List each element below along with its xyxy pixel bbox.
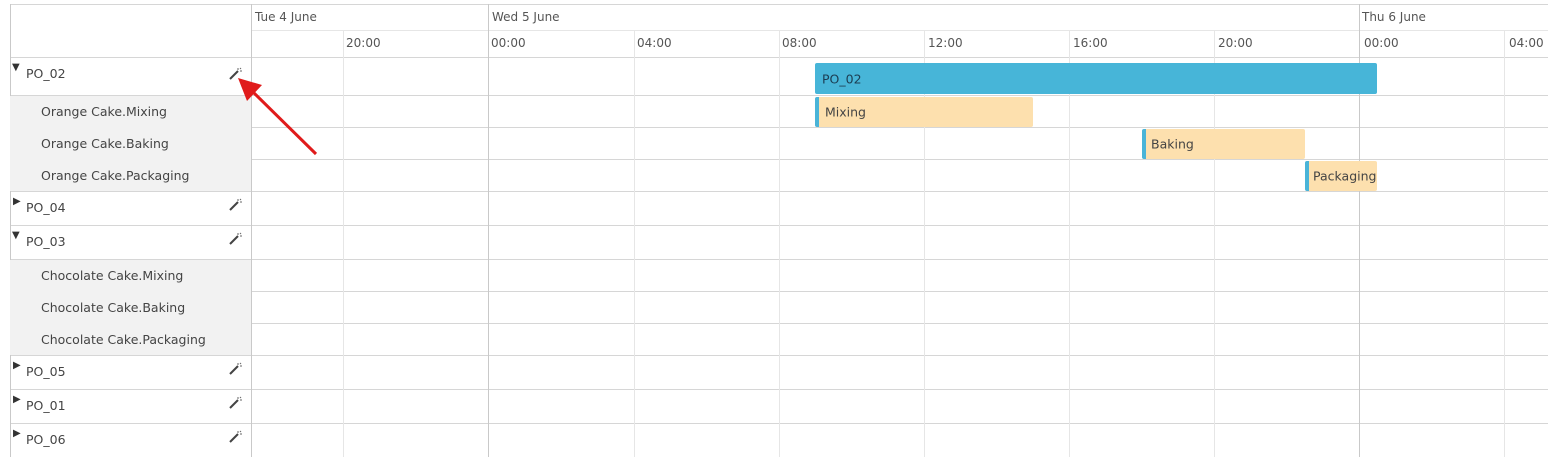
day-label-thu: Thu 6 June: [1362, 10, 1426, 24]
bar-label: Baking: [1151, 136, 1194, 152]
time-tick: 20:00: [346, 36, 381, 50]
order-label-po06[interactable]: PO_06: [26, 432, 66, 447]
operation-label[interactable]: Chocolate Cake.Baking: [41, 300, 185, 315]
gantt-chart: Tue 4 June Wed 5 June Thu 6 June 20:00 0…: [10, 0, 1548, 457]
bar-label: Mixing: [825, 104, 866, 120]
operation-label[interactable]: Orange Cake.Mixing: [41, 104, 167, 119]
operation-label[interactable]: Chocolate Cake.Mixing: [41, 268, 183, 283]
time-divider: [634, 30, 635, 457]
expand-triangle-icon[interactable]: ▶: [13, 361, 21, 371]
operation-label[interactable]: Chocolate Cake.Packaging: [41, 332, 206, 347]
expand-triangle-icon[interactable]: ▶: [13, 197, 21, 207]
collapse-triangle-icon[interactable]: ▼: [12, 63, 20, 73]
day-label-wed: Wed 5 June: [492, 10, 560, 24]
operation-label[interactable]: Orange Cake.Baking: [41, 136, 169, 151]
order-label-po05[interactable]: PO_05: [26, 364, 66, 379]
gantt-bar-po02[interactable]: PO_02: [815, 63, 1377, 94]
order-label-po04[interactable]: PO_04: [26, 200, 66, 215]
bar-label: Packaging: [1313, 168, 1377, 184]
time-divider: [1069, 30, 1070, 457]
time-tick: 00:00: [491, 36, 526, 50]
gantt-bar-baking[interactable]: Baking: [1142, 129, 1305, 159]
time-divider: [343, 30, 344, 457]
time-divider: [1504, 30, 1505, 457]
day-divider: [488, 4, 489, 457]
time-tick: 12:00: [928, 36, 963, 50]
time-divider: [779, 30, 780, 457]
expand-triangle-icon[interactable]: ▶: [13, 395, 21, 405]
magic-wand-icon[interactable]: [228, 67, 242, 81]
time-tick: 08:00: [782, 36, 817, 50]
header-separator: [251, 30, 1548, 31]
time-divider: [1214, 30, 1215, 457]
order-label-po02[interactable]: PO_02: [26, 66, 66, 81]
magic-wand-icon[interactable]: [228, 232, 242, 246]
magic-wand-icon[interactable]: [228, 198, 242, 212]
magic-wand-icon[interactable]: [228, 430, 242, 444]
row-separator: [10, 4, 1548, 5]
order-label-po01[interactable]: PO_01: [26, 398, 66, 413]
time-tick: 16:00: [1073, 36, 1108, 50]
label-column-divider: [251, 4, 252, 457]
time-tick: 04:00: [1509, 36, 1544, 50]
time-tick: 04:00: [637, 36, 672, 50]
magic-wand-icon[interactable]: [228, 396, 242, 410]
day-label-tue: Tue 4 June: [255, 10, 317, 24]
gantt-bar-packaging[interactable]: Packaging: [1305, 161, 1377, 191]
expand-triangle-icon[interactable]: ▶: [13, 429, 21, 439]
gantt-bar-mixing[interactable]: Mixing: [815, 97, 1033, 127]
time-divider: [924, 30, 925, 457]
label-column-left-border: [10, 4, 11, 457]
time-tick: 20:00: [1218, 36, 1253, 50]
collapse-triangle-icon[interactable]: ▼: [12, 231, 20, 241]
operation-label[interactable]: Orange Cake.Packaging: [41, 168, 189, 183]
time-tick: 00:00: [1364, 36, 1399, 50]
magic-wand-icon[interactable]: [228, 362, 242, 376]
bar-label: PO_02: [822, 71, 862, 86]
order-label-po03[interactable]: PO_03: [26, 234, 66, 249]
